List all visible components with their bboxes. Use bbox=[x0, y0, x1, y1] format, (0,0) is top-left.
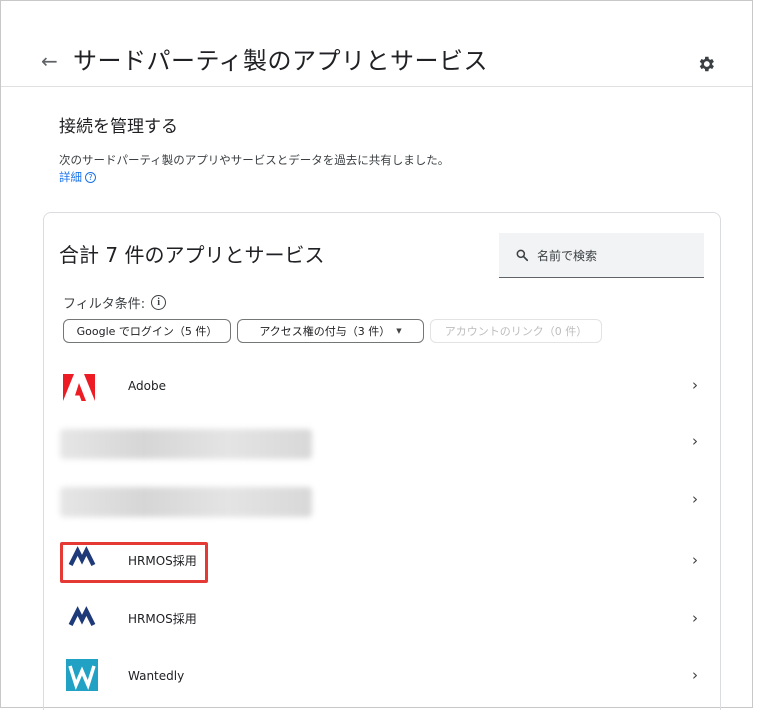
app-row-wantedly[interactable]: Wantedly › bbox=[44, 648, 720, 706]
chip-google-login[interactable]: Google でログイン（5 件） bbox=[63, 319, 231, 343]
filter-label-text: フィルタ条件: bbox=[63, 297, 146, 312]
app-row-hrmos[interactable]: HRMOS採用 › bbox=[44, 533, 720, 591]
app-row-redacted[interactable]: › bbox=[44, 414, 720, 472]
hrmos-logo-icon bbox=[68, 546, 96, 566]
apps-count-heading: 合計 7 件のアプリとサービス bbox=[59, 243, 325, 267]
chip-access-granted[interactable]: アクセス権の付与（3 件） ▼ bbox=[237, 319, 424, 343]
adobe-logo-icon bbox=[63, 374, 95, 401]
caret-down-icon: ▼ bbox=[396, 327, 402, 335]
hrmos-logo-icon bbox=[68, 606, 96, 626]
chevron-right-icon: › bbox=[692, 490, 698, 508]
chevron-right-icon: › bbox=[692, 609, 698, 627]
redacted-app-entry bbox=[60, 487, 312, 517]
chip-label: アクセス権の付与（3 件） bbox=[259, 325, 391, 338]
chip-account-linking: アカウントのリンク（0 件） bbox=[430, 319, 602, 343]
section-heading: 接続を管理する bbox=[59, 117, 178, 137]
search-input[interactable]: 名前で検索 bbox=[499, 233, 704, 278]
chevron-right-icon: › bbox=[692, 666, 698, 684]
chevron-right-icon: › bbox=[692, 551, 698, 569]
wantedly-logo-icon bbox=[66, 659, 98, 691]
app-name: Adobe bbox=[128, 379, 166, 393]
chip-label: アカウントのリンク（0 件） bbox=[444, 325, 588, 338]
window-frame: ← サードパーティ製のアプリとサービス 接続を管理する 次のサードパーティ製のア… bbox=[0, 0, 753, 710]
app-row-redacted[interactable]: › bbox=[44, 472, 720, 530]
learn-more-label[interactable]: 詳細 bbox=[59, 169, 82, 185]
chevron-right-icon: › bbox=[692, 376, 698, 394]
chip-label: Google でログイン（5 件） bbox=[76, 325, 218, 338]
filter-label: フィルタ条件: i bbox=[63, 293, 167, 312]
gear-icon[interactable] bbox=[696, 54, 716, 74]
redacted-app-entry bbox=[60, 429, 312, 459]
section-description: 次のサードパーティ製のアプリやサービスとデータを過去に共有しました。 bbox=[59, 153, 450, 167]
chevron-right-icon: › bbox=[692, 432, 698, 450]
search-placeholder: 名前で検索 bbox=[537, 248, 598, 263]
learn-more-link[interactable]: 詳細 ? bbox=[59, 169, 96, 185]
app-name: HRMOS採用 bbox=[128, 612, 197, 626]
top-bar: ← サードパーティ製のアプリとサービス bbox=[1, 1, 752, 87]
help-icon: ? bbox=[85, 171, 96, 183]
back-arrow-icon[interactable]: ← bbox=[41, 51, 58, 71]
app-row-adobe[interactable]: Adobe › bbox=[44, 358, 720, 416]
search-icon bbox=[516, 249, 529, 262]
page-title: サードパーティ製のアプリとサービス bbox=[73, 47, 489, 75]
info-icon[interactable]: i bbox=[151, 295, 167, 310]
app-name: Wantedly bbox=[128, 669, 185, 683]
app-row-hrmos[interactable]: HRMOS採用 › bbox=[44, 591, 720, 649]
app-name: HRMOS採用 bbox=[128, 554, 197, 568]
